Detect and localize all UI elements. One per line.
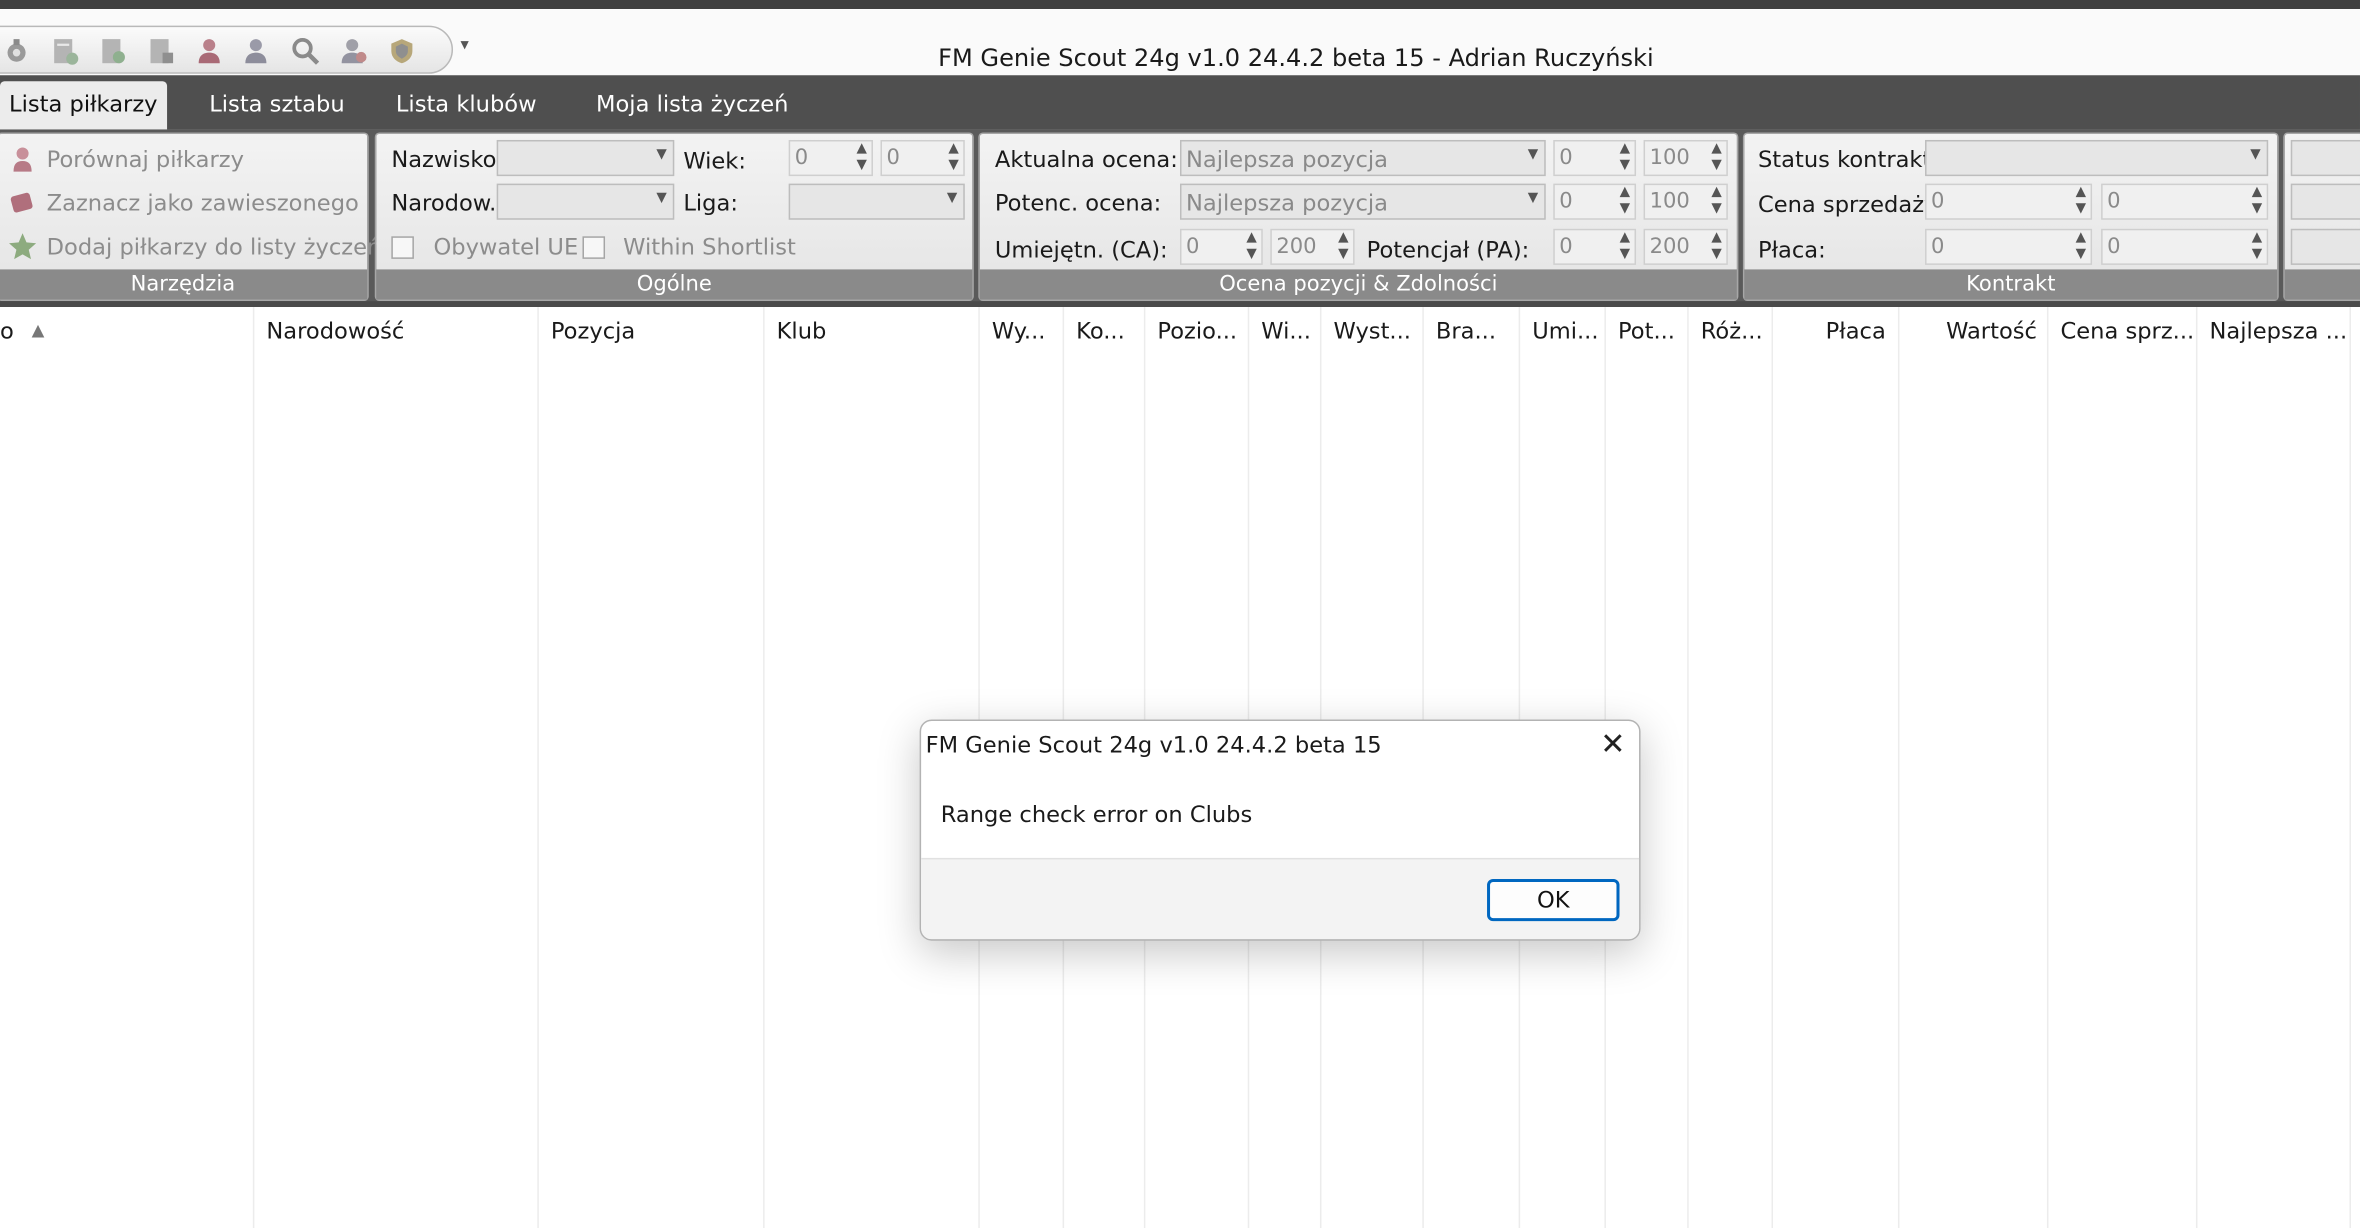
column-divider bbox=[1771, 307, 1774, 1228]
column-header-position[interactable]: Pozycja bbox=[551, 318, 635, 345]
nationality-combo[interactable]: ▼ bbox=[496, 183, 675, 220]
column-header-col4[interactable]: Wy... bbox=[992, 318, 1046, 345]
title-bar: ▾ FM Genie Scout 24g v1.0 24.4.2 beta 15… bbox=[0, 9, 2360, 76]
column-divider bbox=[537, 307, 539, 1228]
column-header-col9[interactable]: Bra... bbox=[1436, 318, 1496, 345]
eu-citizen-checkbox[interactable] bbox=[391, 236, 414, 259]
column-header-col7[interactable]: Wi... bbox=[1261, 318, 1311, 345]
wage-max-spinner[interactable]: 0 ▲ ▼ bbox=[2101, 228, 2269, 265]
column-header-col10[interactable]: Umi... bbox=[1532, 318, 1598, 345]
tools-caption: Narzędzia bbox=[0, 269, 368, 300]
extra-field-1[interactable] bbox=[2290, 139, 2360, 177]
column-header-col12[interactable]: Róż... bbox=[1701, 318, 1763, 345]
column-header-col8[interactable]: Wyst... bbox=[1334, 318, 1411, 345]
tab-player-list[interactable]: Lista piłkarzy bbox=[0, 81, 167, 130]
current-rating-combo[interactable]: Najlepsza pozycja ▼ bbox=[1179, 139, 1546, 177]
contract-status-label: Status kontraktu bbox=[1757, 145, 1927, 174]
tab-wishlist[interactable]: Moja lista życzeń bbox=[587, 81, 798, 129]
column-header-club[interactable]: Klub bbox=[777, 318, 827, 345]
current-rating-label: Aktualna ocena: bbox=[994, 145, 1178, 174]
column-header-best-position[interactable]: Najlepsza ... bbox=[2209, 318, 2347, 345]
error-dialog: FM Genie Scout 24g v1.0 24.4.2 beta 15 ✕… bbox=[919, 719, 1641, 941]
pa-label: Potencjał (PA): bbox=[1366, 236, 1530, 264]
column-divider bbox=[1687, 307, 1689, 1228]
current-rating-max-spinner[interactable]: 100 ▲ ▼ bbox=[1643, 139, 1728, 177]
surname-label: Nazwisko: bbox=[391, 145, 505, 174]
current-rating-min-spinner[interactable]: 0 ▲ ▼ bbox=[1553, 139, 1637, 177]
age-label: Wiek: bbox=[683, 147, 746, 175]
group-rating: Aktualna ocena: Najlepsza pozycja ▼ 0 ▲ ▼ 1… bbox=[978, 132, 1739, 302]
league-combo[interactable]: ▼ bbox=[788, 183, 965, 220]
within-shortlist-label: Within Shortlist bbox=[623, 233, 796, 261]
column-header-nationality[interactable]: Narodowość bbox=[266, 318, 404, 345]
dialog-footer: OK bbox=[921, 857, 1640, 940]
eu-citizen-label: Obywatel UE bbox=[433, 233, 579, 261]
more-caption bbox=[2284, 269, 2360, 300]
group-tools: Porównaj piłkarzy Zaznacz jako zawieszon… bbox=[0, 132, 381, 302]
column-header-col11[interactable]: Pot... bbox=[1618, 318, 1675, 345]
contract-status-combo[interactable]: ▼ bbox=[1925, 139, 2269, 177]
add-to-wishlist-button[interactable]: Dodaj piłkarzy do listy życzeń bbox=[47, 233, 382, 260]
potential-rating-label: Potenc. ocena: bbox=[994, 189, 1162, 217]
extra-field-2[interactable] bbox=[2290, 183, 2360, 220]
ca-min-spinner[interactable]: 0 ▲ ▼ bbox=[1179, 228, 1263, 265]
column-divider bbox=[763, 307, 765, 1228]
app-window: ▾ FM Genie Scout 24g v1.0 24.4.2 beta 15… bbox=[0, 0, 2360, 1228]
potential-rating-min-spinner[interactable]: 0 ▲ ▼ bbox=[1553, 183, 1637, 220]
tab-bar: Lista piłkarzy Lista sztabu Lista klubów… bbox=[0, 75, 2360, 130]
sort-ascending-icon: ▲ bbox=[31, 320, 45, 341]
column-divider bbox=[2046, 307, 2049, 1228]
within-shortlist-checkbox[interactable] bbox=[582, 236, 606, 259]
league-label: Liga: bbox=[683, 189, 738, 217]
group-contract: Status kontraktu ▼ Cena sprzedaży 0▲▼ 0▲… bbox=[1742, 132, 2279, 302]
dialog-message: Range check error on Clubs bbox=[940, 800, 1253, 828]
ca-label: Umiejętn. (CA): bbox=[994, 236, 1168, 264]
mark-suspended-button[interactable]: Zaznacz jako zawieszonego bbox=[47, 190, 359, 217]
sale-price-min-spinner[interactable]: 0 ▲ ▼ bbox=[1925, 183, 2093, 220]
pa-max-spinner[interactable]: 200 ▲ ▼ bbox=[1643, 228, 1728, 265]
compare-players-icon bbox=[13, 147, 32, 172]
age-max-spinner[interactable]: 0 ▲ ▼ bbox=[880, 139, 965, 177]
wage-label: Płaca: bbox=[1757, 236, 1826, 264]
window-title: FM Genie Scout 24g v1.0 24.4.2 beta 15 -… bbox=[938, 43, 1654, 73]
column-divider bbox=[252, 307, 255, 1228]
potential-rating-max-spinner[interactable]: 100 ▲ ▼ bbox=[1643, 183, 1728, 220]
compare-players-button[interactable]: Porównaj piłkarzy bbox=[47, 146, 244, 173]
column-header-col6[interactable]: Pozio... bbox=[1157, 318, 1237, 345]
sale-price-label: Cena sprzedaży bbox=[1757, 191, 1927, 219]
column-divider bbox=[1897, 307, 1900, 1228]
surname-combo[interactable]: ▼ bbox=[496, 139, 675, 177]
column-header-value[interactable]: Wartość bbox=[1946, 318, 2037, 345]
dialog-title: FM Genie Scout 24g v1.0 24.4.2 beta 15 bbox=[925, 731, 1382, 759]
ca-max-spinner[interactable]: 200 ▲ ▼ bbox=[1270, 228, 1355, 265]
column-divider bbox=[2349, 307, 2351, 1228]
ribbon: Porównaj piłkarzy Zaznacz jako zawieszon… bbox=[0, 129, 2360, 302]
age-min-spinner[interactable]: 0 ▲ ▼ bbox=[788, 139, 873, 177]
column-header-wage[interactable]: Płaca bbox=[1826, 318, 1886, 345]
sale-price-max-spinner[interactable]: 0 ▲ ▼ bbox=[2101, 183, 2269, 220]
star-icon bbox=[9, 233, 37, 260]
window-top-border bbox=[0, 0, 2360, 10]
close-icon[interactable]: ✕ bbox=[1600, 725, 1625, 761]
group-more bbox=[2283, 132, 2360, 302]
contract-caption: Kontrakt bbox=[1744, 269, 2278, 300]
column-header-sale-price[interactable]: Cena sprz... bbox=[2060, 318, 2194, 345]
column-header-col5[interactable]: Ko... bbox=[1076, 318, 1125, 345]
column-header-name[interactable]: o bbox=[0, 318, 14, 345]
column-divider bbox=[2195, 307, 2198, 1228]
wage-min-spinner[interactable]: 0 ▲ ▼ bbox=[1925, 228, 2093, 265]
suspend-icon bbox=[10, 192, 33, 213]
ok-button[interactable]: OK bbox=[1487, 878, 1620, 922]
tab-club-list[interactable]: Lista klubów bbox=[387, 81, 546, 129]
nationality-label: Narodow.: bbox=[391, 189, 504, 217]
potential-rating-combo[interactable]: Najlepsza pozycja ▼ bbox=[1179, 183, 1546, 220]
tab-staff-list[interactable]: Lista sztabu bbox=[200, 81, 353, 129]
group-general: Nazwisko: ▼ Wiek: 0 ▲ ▼ 0 ▲ ▼ Narodow.: ▼ Li… bbox=[374, 132, 974, 302]
extra-field-3[interactable] bbox=[2290, 228, 2360, 265]
pa-min-spinner[interactable]: 0 ▲ ▼ bbox=[1553, 228, 1637, 265]
rating-caption: Ocena pozycji & Zdolności bbox=[979, 269, 1737, 300]
general-caption: Ogólne bbox=[376, 269, 973, 300]
